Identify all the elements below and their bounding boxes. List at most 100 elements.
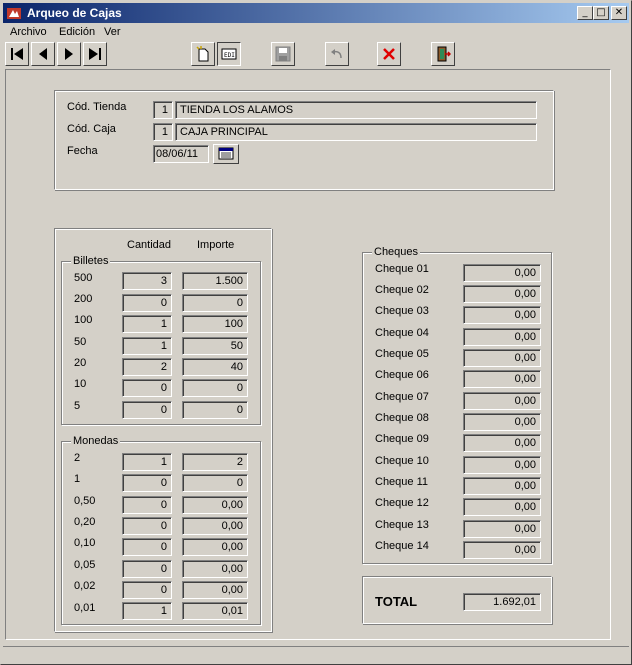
moneda-cantidad[interactable]: 1: [122, 602, 172, 620]
tienda-name-field[interactable]: TIENDA LOS ALAMOS: [175, 101, 537, 119]
cheque-field[interactable]: 0,00: [463, 456, 541, 474]
delete-button[interactable]: [377, 42, 401, 66]
edit-icon: EDI: [221, 48, 237, 60]
moneda-importe: 0,00: [182, 581, 248, 599]
billete-cantidad[interactable]: 2: [122, 358, 172, 376]
menu-archivo[interactable]: Archivo: [10, 26, 47, 38]
moneda-cantidad[interactable]: 0: [122, 474, 172, 492]
billete-cantidad[interactable]: 1: [122, 337, 172, 355]
caja-code-field[interactable]: 1: [153, 123, 173, 141]
billete-cantidad[interactable]: 0: [122, 379, 172, 397]
cheque-field[interactable]: 0,00: [463, 349, 541, 367]
cheque-label: Cheque 14: [375, 540, 429, 552]
billete-importe: 1.500: [182, 272, 248, 290]
cheque-field[interactable]: 0,00: [463, 434, 541, 452]
cheque-field[interactable]: 0,00: [463, 477, 541, 495]
window-title: Arqueo de Cajas: [27, 6, 122, 20]
menu-ver[interactable]: Ver: [104, 26, 121, 38]
cheque-label: Cheque 06: [375, 369, 429, 381]
moneda-denom: 2: [74, 452, 81, 464]
moneda-cantidad[interactable]: 0: [122, 496, 172, 514]
importe-header: Importe: [197, 239, 235, 251]
cheque-field[interactable]: 0,00: [463, 285, 541, 303]
fecha-field[interactable]: 08/06/11: [153, 145, 209, 163]
close-button[interactable]: ✕: [611, 6, 627, 20]
moneda-importe: 2: [182, 453, 248, 471]
cheque-label: Cheque 07: [375, 391, 429, 403]
cheque-label: Cheque 03: [375, 305, 429, 317]
cheque-label: Cheque 09: [375, 433, 429, 445]
delete-icon: [383, 48, 395, 60]
last-record-button[interactable]: [83, 42, 107, 66]
undo-button[interactable]: [325, 42, 349, 66]
billete-denom: 50: [74, 336, 87, 348]
maximize-icon: □: [596, 7, 606, 18]
moneda-importe: 0,00: [182, 560, 248, 578]
title-bar[interactable]: Arqueo de Cajas _ □ ✕: [3, 3, 629, 23]
toolbar: EDI: [3, 41, 629, 69]
moneda-cantidad[interactable]: 0: [122, 538, 172, 556]
billete-importe: 0: [182, 401, 248, 419]
billete-denom: 500: [74, 272, 93, 284]
menu-edicion[interactable]: Edición: [59, 26, 95, 38]
moneda-denom: 0,20: [74, 516, 96, 528]
billetes-group: Billetes 500 3 1.500 200 0 0 100 1 100 5…: [61, 255, 261, 425]
cheque-label: Cheque 04: [375, 327, 429, 339]
cheque-field[interactable]: 0,00: [463, 520, 541, 538]
tienda-label: Cód. Tienda: [67, 101, 127, 113]
billete-importe: 40: [182, 358, 248, 376]
maximize-button[interactable]: □: [593, 6, 609, 20]
save-button[interactable]: [271, 42, 295, 66]
calendar-icon: [218, 147, 234, 160]
cheque-field[interactable]: 0,00: [463, 264, 541, 282]
cheque-field[interactable]: 0,00: [463, 370, 541, 388]
cheque-field[interactable]: 0,00: [463, 328, 541, 346]
moneda-denom: 0,01: [74, 602, 96, 614]
billete-cantidad[interactable]: 1: [122, 315, 172, 333]
exit-button[interactable]: [431, 42, 455, 66]
tienda-code-field[interactable]: 1: [153, 101, 173, 119]
calendar-button[interactable]: [213, 144, 239, 164]
cheque-label: Cheque 13: [375, 519, 429, 531]
new-button[interactable]: [191, 42, 215, 66]
cheque-field[interactable]: 0,00: [463, 413, 541, 431]
previous-record-button[interactable]: [31, 42, 55, 66]
moneda-denom: 0,10: [74, 537, 96, 549]
cheque-field[interactable]: 0,00: [463, 541, 541, 559]
total-field: 1.692,01: [463, 593, 541, 611]
first-record-button[interactable]: [5, 42, 29, 66]
billete-cantidad[interactable]: 3: [122, 272, 172, 290]
moneda-cantidad[interactable]: 0: [122, 517, 172, 535]
first-record-icon: [11, 48, 23, 60]
cheque-field[interactable]: 0,00: [463, 498, 541, 516]
moneda-denom: 0,50: [74, 495, 96, 507]
billete-cantidad[interactable]: 0: [122, 401, 172, 419]
cheque-label: Cheque 01: [375, 263, 429, 275]
undo-icon: [331, 49, 342, 59]
billete-cantidad[interactable]: 0: [122, 294, 172, 312]
arqueo-window: Arqueo de Cajas _ □ ✕ Archivo Edición Ve…: [0, 0, 632, 665]
cash-panel: Cantidad Importe Billetes 500 3 1.500 20…: [54, 228, 272, 632]
cantidad-header: Cantidad: [127, 239, 172, 251]
status-bar: [3, 646, 629, 662]
exit-icon: [437, 46, 451, 62]
billete-importe: 50: [182, 337, 248, 355]
caja-name-field[interactable]: CAJA PRINCIPAL: [175, 123, 537, 141]
moneda-cantidad[interactable]: 0: [122, 560, 172, 578]
new-document-icon: [196, 46, 209, 62]
moneda-cantidad[interactable]: 1: [122, 453, 172, 471]
next-record-button[interactable]: [57, 42, 81, 66]
cheque-label: Cheque 08: [375, 412, 429, 424]
last-record-icon: [89, 48, 101, 60]
minimize-button[interactable]: _: [577, 6, 593, 20]
cheque-field[interactable]: 0,00: [463, 306, 541, 324]
svg-text:EDI: EDI: [224, 52, 235, 59]
moneda-denom: 0,05: [74, 559, 96, 571]
billete-importe: 0: [182, 294, 248, 312]
edit-button[interactable]: EDI: [217, 42, 241, 66]
cheque-field[interactable]: 0,00: [463, 392, 541, 410]
moneda-denom: 1: [74, 473, 81, 485]
moneda-cantidad[interactable]: 0: [122, 581, 172, 599]
app-icon: [7, 8, 21, 19]
previous-record-icon: [39, 48, 47, 60]
